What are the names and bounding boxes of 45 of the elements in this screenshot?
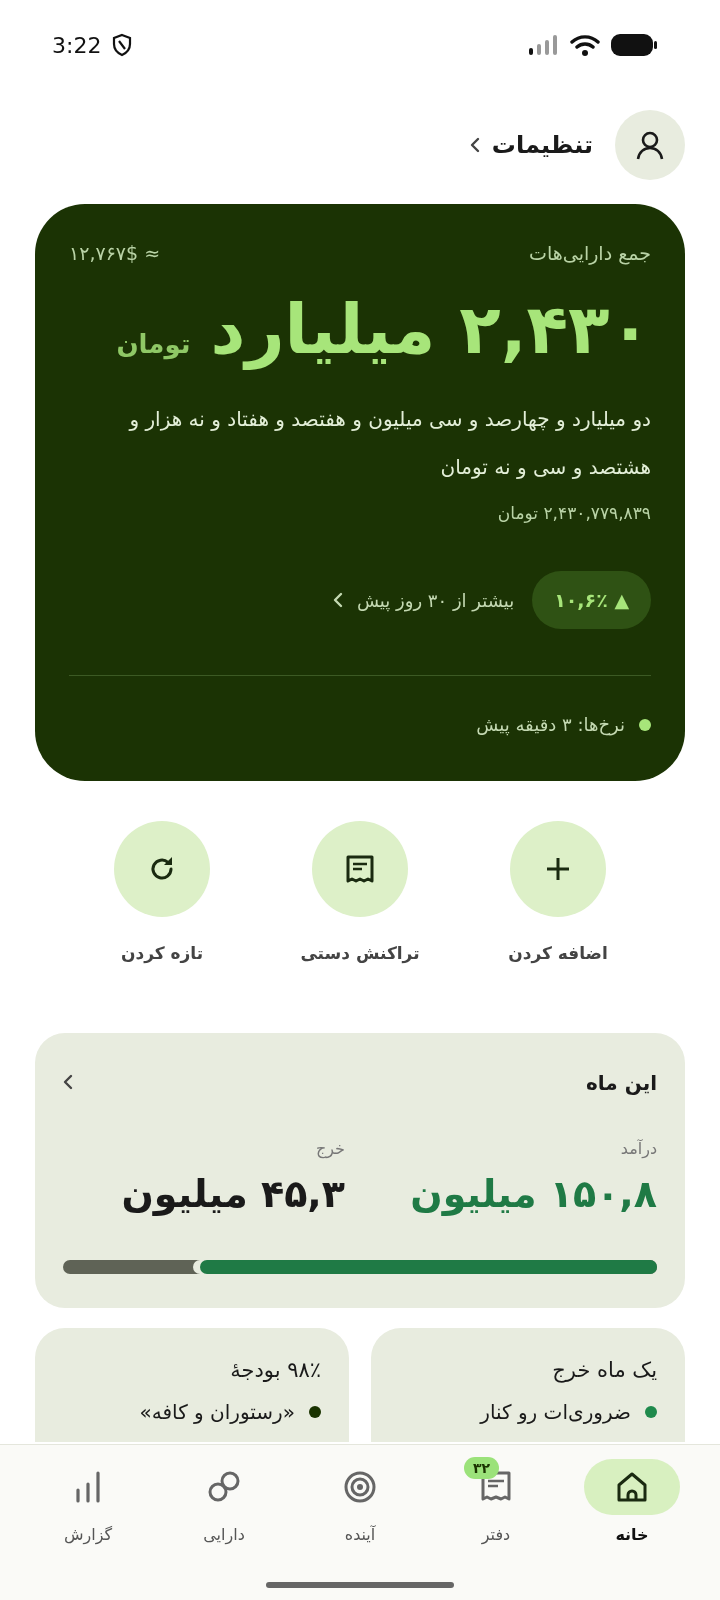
summary-card[interactable]: ۹۸٪ بودجهٔ «رستوران و کافه» [35, 1328, 349, 1442]
home-icon [615, 1470, 649, 1504]
summary-card[interactable]: یک ماه خرج ضروری‌ات رو کنار [371, 1328, 685, 1442]
bar-chart-icon [73, 1470, 103, 1504]
card-text: ضروری‌ات رو کنار [480, 1400, 631, 1424]
card-title: ۹۸٪ بودجهٔ [229, 1358, 321, 1382]
person-icon [634, 129, 666, 161]
currency-label: تومان [116, 329, 191, 359]
chevron-icon [63, 1074, 73, 1090]
expense-label: خرج [314, 1139, 345, 1158]
target-icon [343, 1470, 377, 1504]
change-badge: ▲ ۱۰,۶٪ [532, 571, 651, 629]
wifi-icon [570, 33, 600, 57]
card-title: جمع دارایی‌هات [529, 242, 651, 264]
nav-tab[interactable]: دفتر ۳۲ [441, 1459, 551, 1544]
battery-icon [610, 33, 658, 57]
action-label: تازه کردن [120, 943, 204, 963]
nav-tab[interactable]: دارایی [169, 1459, 279, 1544]
signal-icon [528, 34, 560, 56]
chevron-icon [469, 137, 480, 153]
rates-updated: نرخ‌ها: ۳ دقیقه پیش [476, 714, 625, 735]
settings-link[interactable]: تنظیمات [469, 131, 593, 159]
exact-amount: ۲,۴۳۰,۷۷۹,۸۳۹ تومان [496, 503, 651, 523]
income-label: درآمد [619, 1139, 657, 1158]
action-label: اضافه کردن [508, 943, 608, 963]
plus-icon [544, 855, 572, 883]
count-badge: ۳۲ [463, 1457, 499, 1479]
card-text: «رستوران و کافه» [139, 1400, 295, 1424]
nav-tab[interactable]: گزارش [33, 1459, 143, 1544]
receipt-icon [344, 853, 376, 885]
usd-estimate: ≈ ۱۲,۷۶۷$ [69, 242, 161, 264]
shield-icon [111, 33, 134, 57]
card-title: این ماه [585, 1071, 657, 1095]
nav-tab[interactable]: آینده [305, 1459, 415, 1544]
card-title: یک ماه خرج [551, 1358, 657, 1382]
expense-value: ۴۵,۳ میلیون [120, 1172, 345, 1216]
income-value: ۱۵۰,۸ میلیون [409, 1172, 657, 1216]
total-amount: ۲,۴۳۰ میلیارد [210, 290, 651, 369]
amount-in-words: دو میلیارد و چهارصد و سی میلیون و هفتصد و هفتاد و نه هزار و هشتصد و سی و نه تومان [127, 406, 651, 481]
action-label: تراکنش دستی [300, 943, 420, 963]
chevron-icon [332, 592, 343, 608]
circles-icon [207, 1470, 241, 1504]
clock-time: 3:22 [52, 32, 102, 58]
change-period-link[interactable]: بیشتر از ۳۰ روز پیش [332, 589, 515, 611]
status-dot [639, 718, 651, 731]
